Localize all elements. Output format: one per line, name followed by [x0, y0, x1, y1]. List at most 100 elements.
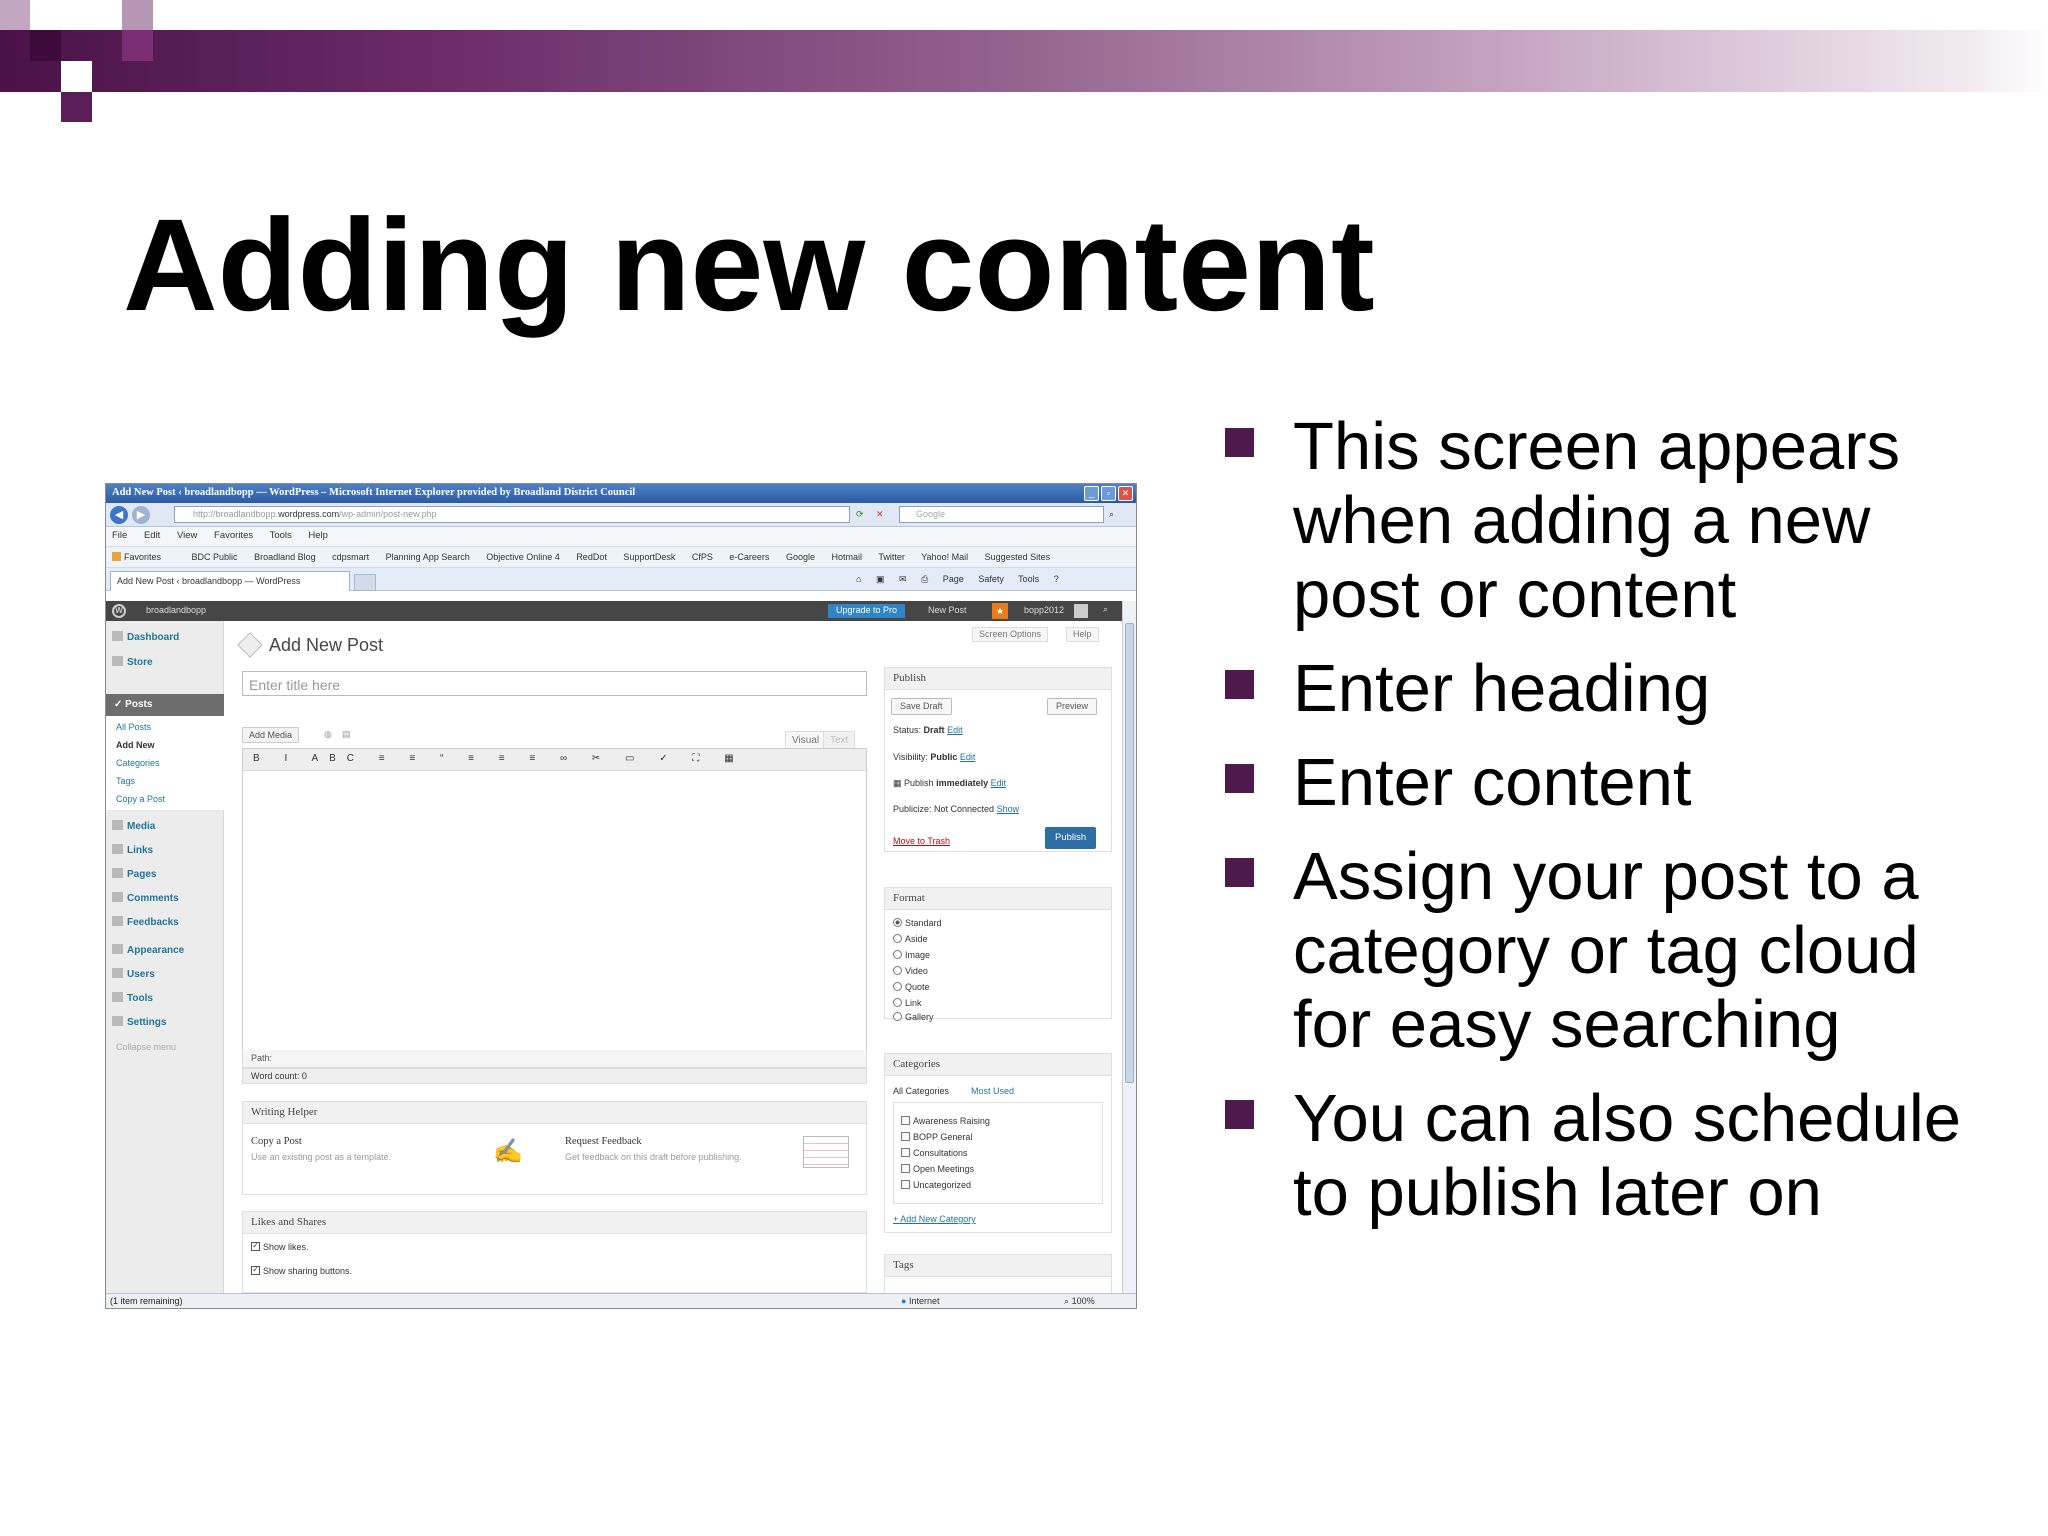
add-new-category-link[interactable]: + Add New Category: [893, 1214, 976, 1224]
sidebar-item-settings[interactable]: Settings: [112, 1016, 166, 1028]
favorite-link[interactable]: SupportDesk: [623, 552, 675, 562]
scrollbar-thumb[interactable]: [1125, 623, 1134, 1083]
radio-icon[interactable]: [893, 1012, 902, 1021]
minimize-icon[interactable]: _: [1084, 486, 1099, 501]
format-option-video[interactable]: Video: [893, 966, 928, 976]
submenu-all-posts[interactable]: All Posts: [116, 722, 151, 732]
home-icon[interactable]: ⌂: [856, 574, 861, 584]
favorite-link[interactable]: BDC Public: [192, 552, 238, 562]
format-option-standard[interactable]: Standard: [893, 918, 942, 928]
category-item[interactable]: Uncategorized: [901, 1180, 971, 1190]
publish-button[interactable]: Publish: [1045, 827, 1097, 849]
favorite-link[interactable]: Google: [786, 552, 815, 562]
edit-schedule-link[interactable]: Edit: [991, 778, 1007, 788]
search-input[interactable]: Google: [899, 506, 1104, 523]
category-item[interactable]: Consultations: [901, 1148, 968, 1158]
menu-edit[interactable]: Edit: [144, 530, 160, 541]
format-option-link[interactable]: Link: [893, 998, 922, 1008]
forward-icon[interactable]: ▶: [132, 506, 150, 524]
maximize-icon[interactable]: ▫: [1101, 486, 1116, 501]
form-icon[interactable]: ▤: [342, 729, 351, 740]
menu-tools[interactable]: Tools: [270, 530, 292, 541]
checkbox-icon[interactable]: [251, 1264, 260, 1275]
editor-toolbar[interactable]: B I ABC ≡ ≡ “ ≡ ≡ ≡ ∞ ✂ ▭ ✓ ⛶ ▦: [243, 749, 866, 771]
submenu-categories[interactable]: Categories: [116, 758, 160, 768]
menu-file[interactable]: File: [112, 530, 127, 541]
radio-icon[interactable]: [893, 966, 902, 975]
format-option-quote[interactable]: Quote: [893, 982, 930, 992]
checkbox-icon[interactable]: [251, 1240, 260, 1251]
menu-view[interactable]: View: [177, 530, 197, 541]
user-name[interactable]: bopp2012: [1024, 605, 1064, 615]
back-icon[interactable]: ◀: [110, 506, 128, 524]
favorite-link[interactable]: CfPS: [692, 552, 713, 562]
favorite-link[interactable]: Objective Online 4: [486, 552, 560, 562]
favorite-link[interactable]: Broadland Blog: [254, 552, 316, 562]
checkbox-icon[interactable]: [901, 1164, 910, 1173]
format-option-aside[interactable]: Aside: [893, 934, 928, 944]
screen-options-button[interactable]: Screen Options: [972, 627, 1049, 642]
wordpress-logo-icon[interactable]: W: [112, 604, 126, 618]
page-scrollbar[interactable]: [1122, 601, 1136, 1293]
radio-icon[interactable]: [893, 950, 902, 959]
browser-tab[interactable]: Add New Post ‹ broadlandbopp — WordPress: [110, 571, 350, 591]
sidebar-item-appearance[interactable]: Appearance: [112, 944, 184, 956]
checkbox-icon[interactable]: [901, 1148, 910, 1157]
radio-icon[interactable]: [893, 982, 902, 991]
tab-most-used[interactable]: Most Used: [971, 1086, 1014, 1096]
favorite-link[interactable]: Hotmail: [832, 552, 863, 562]
sidebar-item-links[interactable]: Links: [112, 844, 153, 856]
favorite-link[interactable]: Twitter: [878, 552, 905, 562]
favorites-button[interactable]: Favorites: [112, 552, 175, 562]
address-input[interactable]: http://broadlandbopp.wordpress.com/wp-ad…: [174, 506, 850, 523]
sidebar-item-dashboard[interactable]: Dashboard: [112, 631, 179, 643]
radio-icon[interactable]: [893, 934, 902, 943]
add-media-button[interactable]: Add Media: [242, 727, 300, 743]
zoom-control[interactable]: ⌕ 100%: [1064, 1296, 1095, 1307]
print-icon[interactable]: ⎙: [921, 574, 928, 584]
menu-favorites[interactable]: Favorites: [214, 530, 253, 541]
help-icon[interactable]: ?: [1054, 574, 1059, 584]
favorite-link[interactable]: Planning App Search: [386, 552, 470, 562]
notification-icon[interactable]: ★: [992, 603, 1008, 619]
save-draft-button[interactable]: Save Draft: [891, 698, 952, 715]
publicize-show-link[interactable]: Show: [997, 804, 1020, 814]
favorite-link[interactable]: Suggested Sites: [985, 552, 1051, 562]
admin-search-icon[interactable]: ⌕: [1103, 604, 1108, 615]
submenu-add-new[interactable]: Add New: [116, 740, 155, 750]
sidebar-item-comments[interactable]: Comments: [112, 892, 179, 904]
stop-icon[interactable]: ✕: [876, 509, 884, 520]
format-option-gallery[interactable]: Gallery: [893, 1012, 934, 1022]
submenu-tags[interactable]: Tags: [116, 776, 135, 786]
request-feedback-title[interactable]: Request Feedback: [565, 1136, 642, 1147]
site-name[interactable]: broadlandbopp: [146, 605, 206, 615]
category-item[interactable]: Open Meetings: [901, 1164, 974, 1174]
command-page[interactable]: Page: [943, 574, 964, 584]
new-tab-button[interactable]: [354, 574, 376, 591]
avatar[interactable]: [1074, 604, 1088, 618]
tab-visual[interactable]: Visual: [785, 731, 827, 748]
favorite-link[interactable]: RedDot: [576, 552, 607, 562]
favorite-link[interactable]: Yahoo! Mail: [921, 552, 968, 562]
checkbox-icon[interactable]: [901, 1180, 910, 1189]
favorite-link[interactable]: cdpsmart: [332, 552, 369, 562]
checkbox-icon[interactable]: [901, 1116, 910, 1125]
post-title-input[interactable]: Enter title here: [242, 671, 867, 696]
edit-visibility-link[interactable]: Edit: [960, 752, 976, 762]
new-post-link[interactable]: New Post: [928, 605, 967, 615]
category-item[interactable]: Awareness Raising: [901, 1116, 990, 1126]
copy-a-post-title[interactable]: Copy a Post: [251, 1136, 302, 1147]
favorite-link[interactable]: e-Careers: [729, 552, 769, 562]
show-sharing-option[interactable]: Show sharing buttons.: [251, 1264, 352, 1276]
search-icon[interactable]: ⌕: [1109, 509, 1114, 520]
sidebar-item-media[interactable]: Media: [112, 820, 155, 832]
tab-all-categories[interactable]: All Categories: [893, 1086, 950, 1096]
upgrade-button[interactable]: Upgrade to Pro: [828, 604, 906, 618]
poll-icon[interactable]: ◍: [324, 729, 332, 740]
sidebar-item-tools[interactable]: Tools: [112, 992, 153, 1004]
checkbox-icon[interactable]: [901, 1132, 910, 1141]
format-option-image[interactable]: Image: [893, 950, 930, 960]
sidebar-item-feedbacks[interactable]: Feedbacks: [112, 916, 179, 928]
radio-icon[interactable]: [893, 998, 902, 1007]
menu-help[interactable]: Help: [308, 530, 328, 541]
